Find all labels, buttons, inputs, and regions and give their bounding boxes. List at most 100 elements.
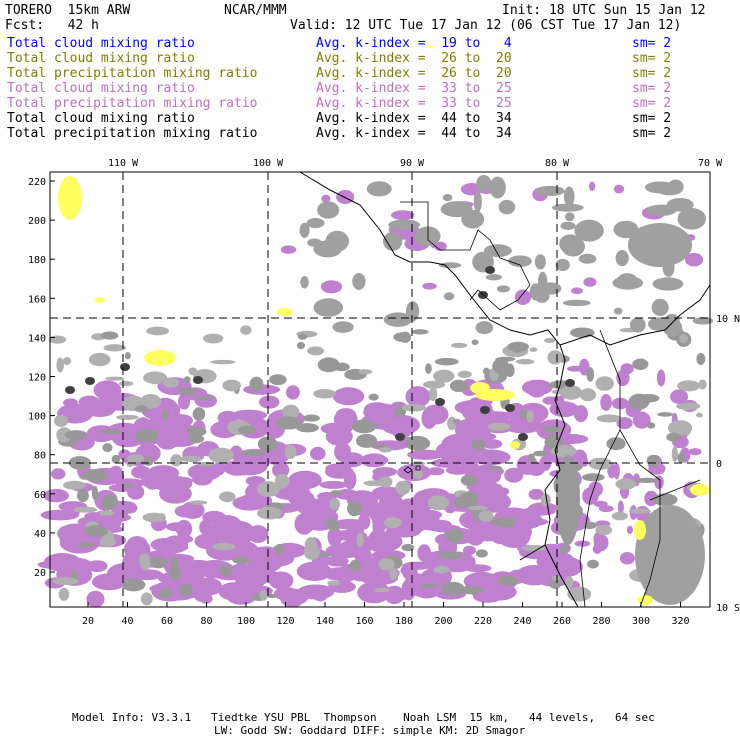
cloud-area — [143, 371, 168, 385]
cloud-area — [475, 549, 488, 558]
cloud-area — [560, 385, 583, 400]
precip-area — [656, 369, 666, 387]
x-tick-label: 120 — [276, 616, 294, 627]
precip-area — [325, 465, 354, 479]
cloud-core — [65, 386, 75, 394]
precip-area — [297, 584, 335, 600]
lon-label: 80 W — [545, 158, 570, 169]
cloud-area — [526, 409, 534, 423]
lon-label: 100 W — [253, 158, 284, 169]
precip-area — [464, 564, 492, 573]
cloud-area — [646, 422, 656, 429]
precip-area — [247, 525, 269, 543]
cloud-area — [91, 485, 99, 501]
cloud-area — [56, 357, 64, 373]
cloud-area — [552, 575, 561, 581]
cloud-area — [606, 437, 626, 451]
precip-area — [620, 363, 634, 375]
precip-area — [280, 245, 297, 254]
cloud-area — [192, 407, 206, 421]
cloud-low-area — [144, 350, 176, 366]
precip-area — [332, 387, 365, 406]
cloud-area — [498, 199, 516, 215]
cloud-area — [349, 559, 361, 573]
precip-area — [334, 441, 351, 462]
y-tick-label: 40 — [34, 529, 46, 540]
lat-label: 10 S — [716, 603, 740, 614]
cloud-area — [77, 541, 96, 548]
cloud-area — [489, 176, 506, 199]
cloud-area — [275, 416, 302, 430]
cloud-area — [178, 583, 193, 597]
cloud-area — [483, 244, 512, 258]
cloud-area — [511, 342, 523, 353]
precip-area — [688, 448, 702, 456]
cloud-area — [170, 454, 183, 467]
cloud-area — [433, 369, 455, 383]
cloud-area — [646, 454, 661, 467]
cloud-area — [274, 473, 290, 489]
cloud-area — [683, 426, 691, 436]
precip-area — [159, 483, 192, 504]
precip-area — [273, 587, 299, 601]
cloud-area — [476, 174, 492, 192]
cloud-area — [401, 403, 427, 412]
precip-area — [320, 280, 343, 294]
precip-area — [86, 590, 105, 608]
cloud-area — [54, 414, 69, 427]
cloud-low-area — [470, 382, 490, 394]
cloud-area — [628, 508, 651, 514]
cloud-area — [570, 327, 595, 338]
precip-area — [286, 385, 300, 400]
cloud-area — [256, 506, 282, 520]
cloud-area — [562, 299, 591, 307]
precip-area — [192, 472, 213, 486]
cloud-area — [143, 456, 154, 466]
lon-label: 90 W — [400, 158, 425, 169]
cloud-core — [193, 376, 203, 384]
cloud-low-area — [277, 308, 293, 316]
cloud-area — [471, 339, 479, 346]
cloud-area — [595, 524, 613, 536]
cloud-area — [274, 544, 284, 556]
cloud-area — [52, 577, 79, 586]
cloud-area — [211, 542, 236, 551]
precip-area — [422, 282, 437, 290]
cloud-area — [126, 460, 134, 468]
cloud-area — [425, 363, 432, 374]
y-tick-label: 60 — [34, 490, 46, 501]
cloud-area — [238, 425, 257, 435]
cloud-area — [651, 298, 669, 317]
cloud-area — [158, 588, 173, 599]
cloud-core — [518, 433, 528, 441]
cloud-area — [579, 388, 597, 402]
cloud-area — [628, 223, 692, 267]
precip-area — [357, 513, 371, 530]
cloud-area — [356, 532, 364, 547]
x-tick-label: 200 — [434, 616, 452, 627]
precip-area — [583, 277, 597, 287]
cloud-area — [232, 556, 250, 565]
cloud-area — [240, 449, 266, 457]
cloud-area — [378, 476, 393, 488]
cloud-area — [284, 444, 297, 459]
cloud-area — [438, 262, 462, 269]
cloud-area — [346, 500, 363, 517]
cloud-area — [105, 376, 125, 381]
cloud-area — [564, 576, 574, 589]
cloud-area — [140, 556, 151, 571]
cloud-area — [543, 338, 556, 343]
cloud-area — [79, 472, 101, 480]
cloud-area — [334, 362, 350, 372]
cloud-area — [411, 329, 429, 335]
precip-area — [393, 591, 412, 600]
cloud-area — [161, 410, 169, 420]
y-tick-label: 140 — [28, 333, 46, 344]
cloud-area — [210, 359, 236, 365]
cloud-area — [169, 564, 181, 581]
cloud-area — [671, 446, 678, 462]
cloud-area — [433, 565, 450, 574]
cloud-area — [475, 321, 494, 335]
y-tick-label: 220 — [28, 177, 46, 188]
cloud-core — [565, 379, 575, 387]
